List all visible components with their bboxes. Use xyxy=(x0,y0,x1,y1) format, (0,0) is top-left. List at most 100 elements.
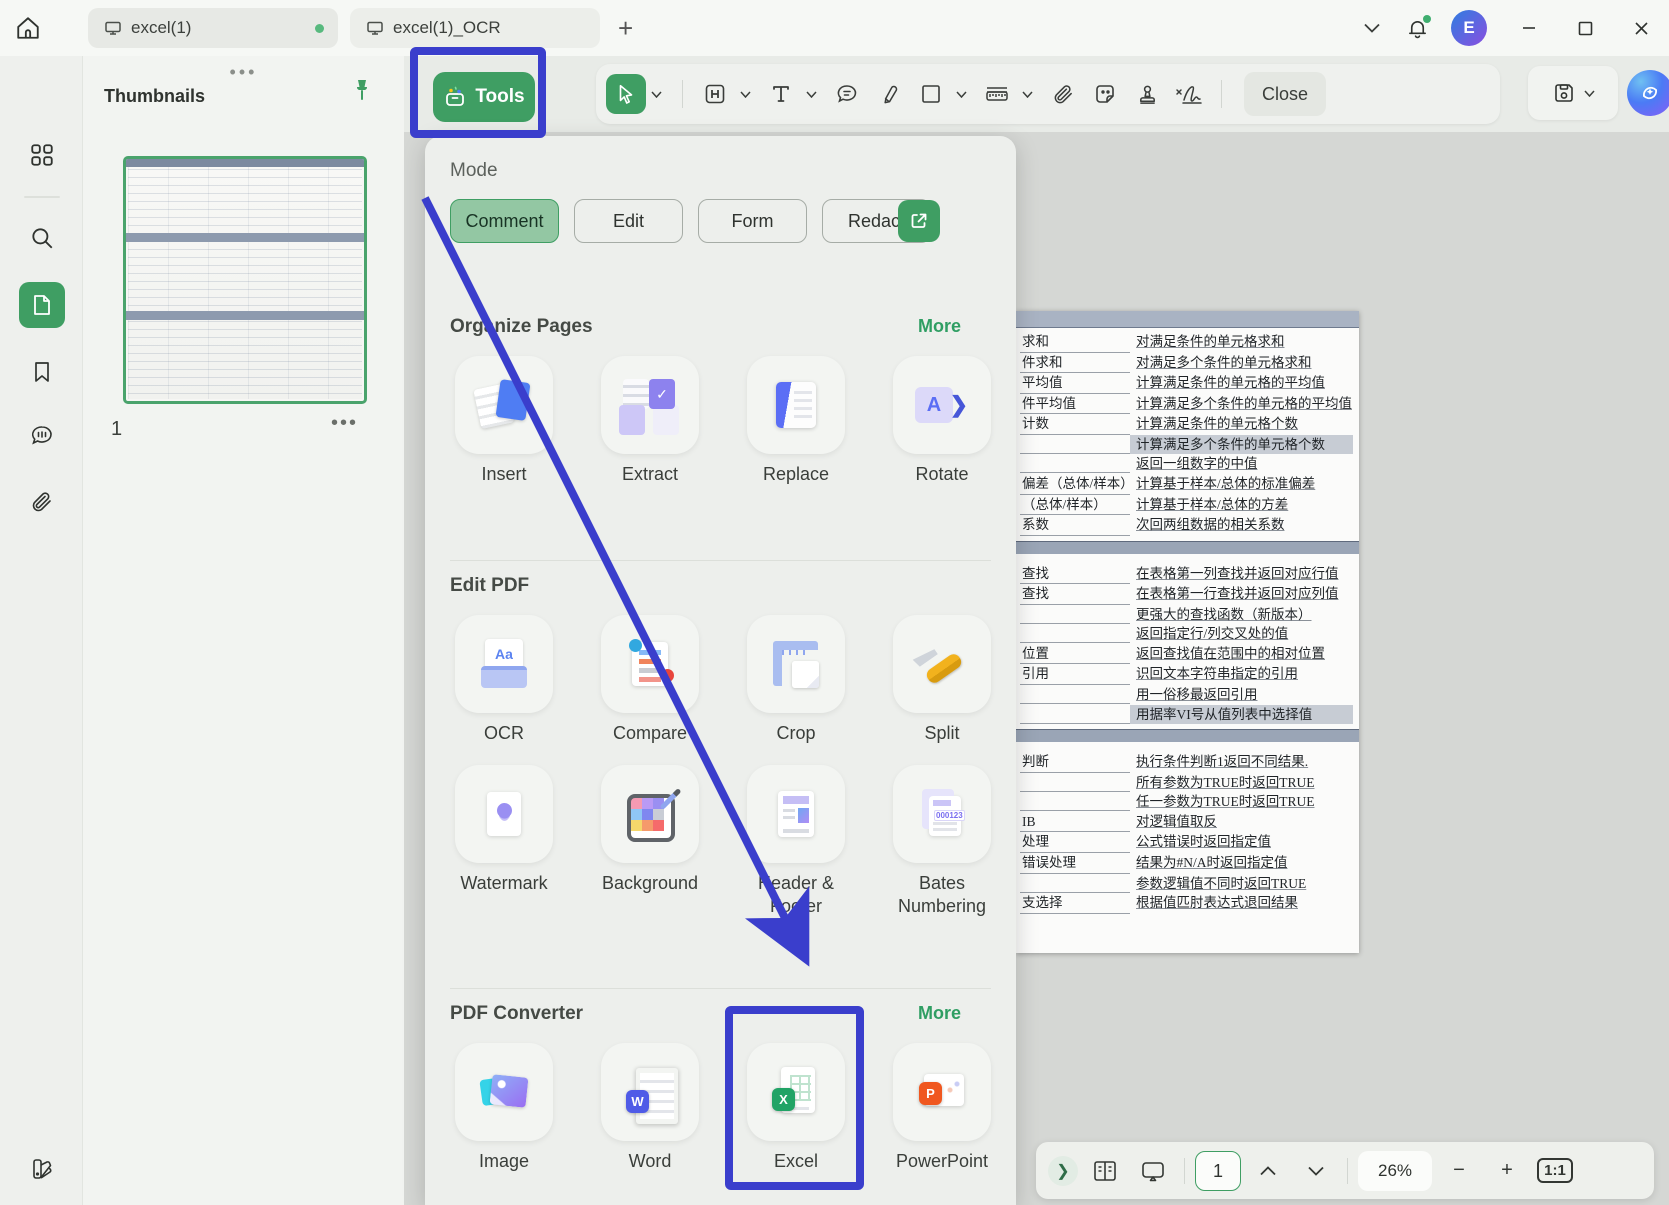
tool-item[interactable]: Background xyxy=(601,765,699,917)
close-window-button[interactable] xyxy=(1613,0,1669,56)
thumbnail-menu-dots[interactable]: ••• xyxy=(331,412,358,435)
expand-icon[interactable]: ❯ xyxy=(1048,1156,1078,1186)
save-button-group[interactable] xyxy=(1528,66,1618,120)
converter-more-link[interactable]: More xyxy=(918,1003,961,1024)
table-section-divider xyxy=(1016,541,1359,554)
tools-button[interactable]: Tools xyxy=(433,72,535,122)
tool-item[interactable]: Crop xyxy=(747,615,845,745)
pin-icon[interactable] xyxy=(351,78,373,104)
notification-dot xyxy=(1423,15,1431,23)
doc-row: 引用 识回文本字符串指定的引用 xyxy=(1020,664,1353,685)
monitor-icon xyxy=(104,19,122,37)
stamp-icon[interactable] xyxy=(1127,74,1167,114)
doc-row: 件求和 对满足多个条件的单元格求和 xyxy=(1020,353,1353,374)
tool-item[interactable]: Word xyxy=(601,1043,699,1173)
comment-bubble-icon[interactable] xyxy=(827,74,867,114)
compare-icon xyxy=(620,634,680,694)
presentation-icon[interactable] xyxy=(1132,1150,1174,1192)
two-page-view-icon[interactable] xyxy=(1084,1150,1126,1192)
organize-more-link[interactable]: More xyxy=(918,316,961,337)
mode-title: Mode xyxy=(450,160,991,182)
text-caret-icon[interactable] xyxy=(803,74,819,114)
maximize-button[interactable] xyxy=(1557,0,1613,56)
select-cursor-icon[interactable] xyxy=(606,74,646,114)
doc-row: 位置 返回查找值在范围中的相对位置 xyxy=(1020,644,1353,665)
tool-item[interactable]: Extract xyxy=(601,356,699,486)
doc-row: 参数逻辑值不同时返回TRUE xyxy=(1020,874,1353,894)
tool-item[interactable]: Rotate xyxy=(893,356,991,486)
close-tools-button[interactable]: Close xyxy=(1244,72,1326,116)
doc-section-stats: 求和 对满足条件的单元格求和 件求和 对满足多个条件的单元格求和 平均值 计算满… xyxy=(1016,328,1359,536)
swatch-icon[interactable] xyxy=(19,1146,65,1192)
page-up-icon[interactable] xyxy=(1247,1150,1289,1192)
mode-button[interactable]: Form xyxy=(698,199,807,243)
tool-item[interactable]: Replace xyxy=(747,356,845,486)
measure-caret-icon[interactable] xyxy=(1019,74,1035,114)
tool-item[interactable]: Compare xyxy=(601,615,699,745)
minimize-button[interactable] xyxy=(1501,0,1557,56)
page-thumbnail[interactable] xyxy=(123,156,367,404)
edit-pdf-section: Edit PDF OCR Compare Crop xyxy=(450,560,991,917)
tool-item[interactable]: Header & Footer xyxy=(747,765,845,917)
tool-item[interactable]: PowerPoint xyxy=(893,1043,991,1173)
signature-icon[interactable] xyxy=(1169,74,1209,114)
background-icon xyxy=(620,784,680,844)
section-title: PDF Converter xyxy=(450,1003,583,1024)
doc-row: 返回指定行/列交叉处的值 xyxy=(1020,624,1353,644)
notifications-button[interactable] xyxy=(1398,13,1437,44)
select-caret-icon[interactable] xyxy=(648,74,664,114)
doc-row: 偏差（总体/样本） 计算基于样本/总体的标准偏差 xyxy=(1020,474,1353,495)
bookmark-icon[interactable] xyxy=(19,349,65,395)
highlight-area-icon[interactable] xyxy=(695,74,735,114)
save-caret-icon xyxy=(1584,90,1595,97)
document-tab[interactable]: excel(1)_OCR xyxy=(350,8,600,48)
mode-button[interactable]: Comment xyxy=(450,199,559,243)
doc-row: 系数 次回两组数据的相关系数 xyxy=(1020,515,1353,536)
page-down-icon[interactable] xyxy=(1295,1150,1337,1192)
doc-section-lookup: 查找 在表格第一列查找并返回对应行值 查找 在表格第一行查找并返回对应列值 更强… xyxy=(1016,560,1359,725)
page-number-input[interactable]: 1 xyxy=(1195,1151,1241,1191)
zoom-in-icon[interactable]: + xyxy=(1486,1150,1528,1192)
tool-item[interactable]: Excel xyxy=(747,1043,845,1173)
attachment-icon[interactable] xyxy=(1043,74,1083,114)
doc-row: （总体/样本） 计算基于样本/总体的方差 xyxy=(1020,495,1353,516)
zoom-level[interactable]: 26% xyxy=(1358,1151,1432,1191)
shape-icon[interactable] xyxy=(911,74,951,114)
tool-item[interactable]: OCR xyxy=(455,615,553,745)
avatar[interactable]: E xyxy=(1451,10,1487,46)
doc-section-logic: 判断 执行条件判断1返回不同结果. 所有参数为TRUE时返回TRUE 任一参数为… xyxy=(1016,748,1359,914)
doc-row: 所有参数为TRUE时返回TRUE xyxy=(1020,773,1353,793)
home-button[interactable] xyxy=(0,0,56,56)
tool-item[interactable]: Split xyxy=(893,615,991,745)
highlight-caret-icon[interactable] xyxy=(737,74,753,114)
actual-size-icon[interactable]: 1:1 xyxy=(1534,1150,1576,1192)
shape-caret-icon[interactable] xyxy=(953,74,969,114)
sticker-icon[interactable] xyxy=(1085,74,1125,114)
text-icon[interactable] xyxy=(761,74,801,114)
chevron-down-icon[interactable] xyxy=(1354,17,1390,39)
tool-item[interactable]: Insert xyxy=(455,356,553,486)
ai-assistant-icon[interactable] xyxy=(1627,70,1669,116)
pen-icon[interactable] xyxy=(869,74,909,114)
unsaved-dot xyxy=(315,24,324,33)
doc-row: 任一参数为TRUE时返回TRUE xyxy=(1020,792,1353,812)
tool-item[interactable]: Image xyxy=(455,1043,553,1173)
bottom-bar: ❯ 1 26% − + 1:1 xyxy=(1036,1142,1654,1199)
open-in-new-window-button[interactable] xyxy=(898,200,940,242)
tools-button-label: Tools xyxy=(475,86,524,108)
attachments-icon[interactable] xyxy=(19,479,65,525)
search-icon[interactable] xyxy=(19,215,65,261)
measure-icon[interactable] xyxy=(977,74,1017,114)
mode-button[interactable]: Edit xyxy=(574,199,683,243)
word-icon xyxy=(620,1062,680,1122)
grid-icon[interactable] xyxy=(19,132,65,178)
comments-icon[interactable] xyxy=(19,413,65,459)
thumbnails-icon[interactable] xyxy=(19,282,65,328)
extract-icon xyxy=(620,375,680,435)
tool-item[interactable]: Watermark xyxy=(455,765,553,917)
document-tab[interactable]: excel(1) xyxy=(88,8,338,48)
zoom-out-icon[interactable]: − xyxy=(1438,1150,1480,1192)
new-tab-button[interactable]: + xyxy=(618,15,633,41)
tool-item[interactable]: Bates Numbering xyxy=(893,765,991,917)
home-icon xyxy=(15,15,41,41)
